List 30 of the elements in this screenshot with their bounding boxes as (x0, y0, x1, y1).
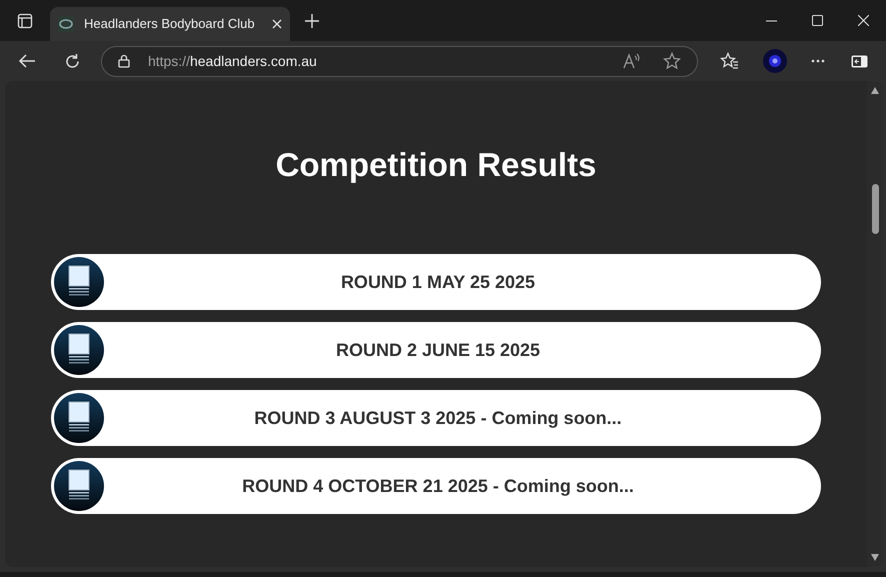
read-aloud-icon[interactable] (623, 53, 642, 69)
maximize-icon[interactable] (812, 15, 822, 26)
browser-tab[interactable]: Headlanders Bodyboard Club (50, 7, 290, 41)
result-link[interactable]: ROUND 2 JUNE 15 2025 (51, 322, 821, 378)
minimize-icon[interactable] (766, 20, 776, 22)
page-heading: Competition Results (276, 145, 596, 185)
favorites-list-icon[interactable] (720, 52, 740, 70)
result-link[interactable]: ROUND 1 MAY 25 2025 (51, 254, 821, 310)
document-icon (53, 460, 105, 512)
scrollbar-thumb[interactable] (872, 184, 878, 234)
result-link[interactable]: ROUND 3 AUGUST 3 2025 - Coming soon... (51, 390, 821, 446)
scroll-up-icon[interactable] (871, 87, 879, 94)
document-icon (53, 324, 105, 376)
close-tab-icon[interactable] (272, 19, 282, 29)
refresh-icon[interactable] (64, 52, 81, 70)
favorite-star-icon[interactable] (663, 52, 682, 70)
new-tab-icon[interactable] (305, 14, 319, 28)
more-options-icon[interactable] (811, 59, 826, 63)
profile-avatar-icon[interactable] (763, 49, 788, 73)
document-icon (53, 392, 105, 444)
close-icon[interactable] (858, 15, 868, 26)
sidebar-toggle-icon[interactable] (851, 54, 868, 68)
scroll-down-icon[interactable] (871, 554, 879, 561)
result-link[interactable]: ROUND 4 OCTOBER 21 2025 - Coming soon... (51, 458, 821, 514)
lock-icon (118, 54, 130, 68)
address-bar[interactable]: https://headlanders.com.au (100, 46, 698, 76)
document-icon (53, 256, 105, 308)
back-icon[interactable] (18, 53, 36, 69)
club-logo-icon (58, 16, 74, 32)
tab-actions-icon[interactable] (17, 12, 33, 28)
